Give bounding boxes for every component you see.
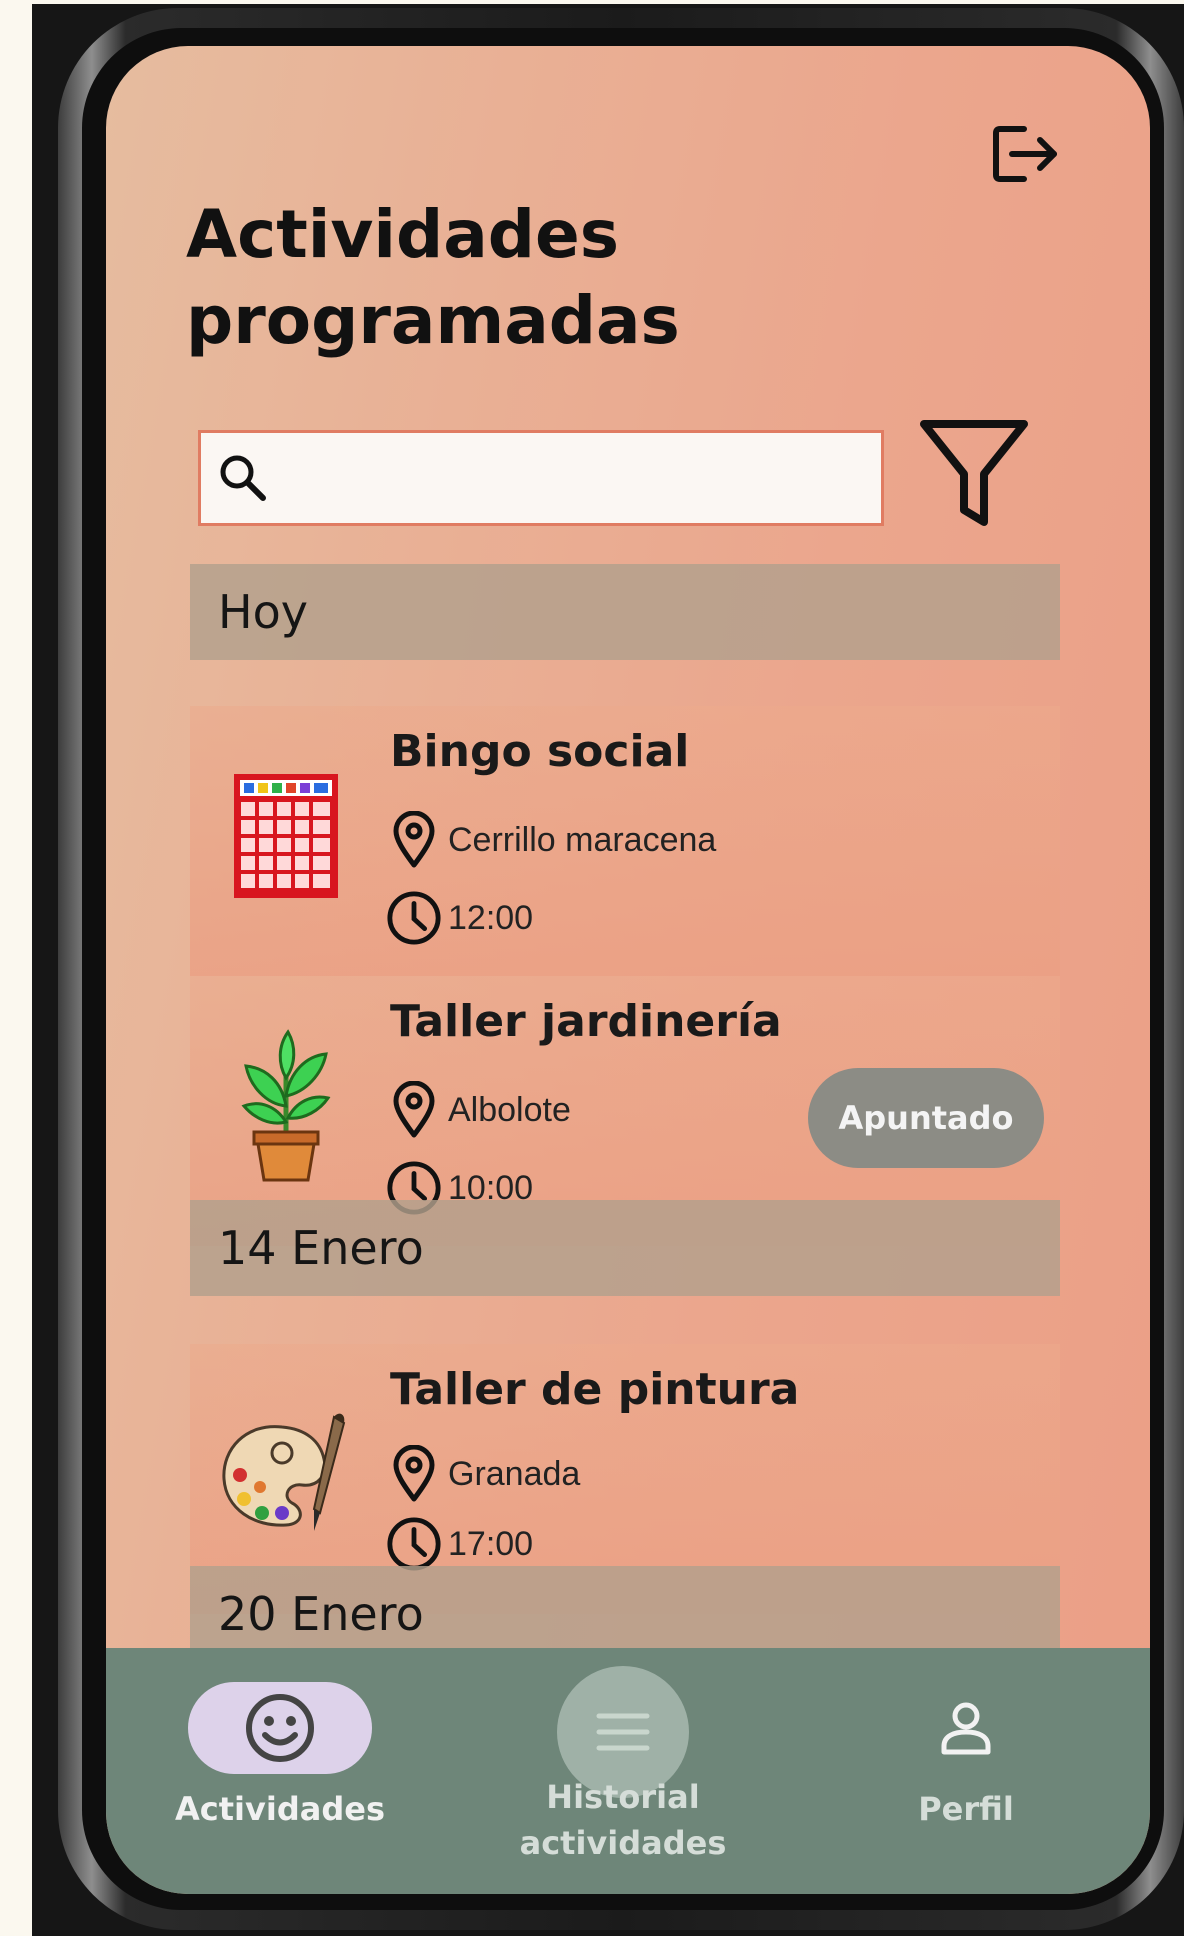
smiley-icon xyxy=(246,1694,314,1762)
list-icon xyxy=(596,1713,650,1751)
icon-holder xyxy=(918,1682,1014,1774)
activity-location: Granada xyxy=(386,1444,580,1504)
nav-label: Actividades xyxy=(175,1790,385,1828)
section-label: 14 Enero xyxy=(218,1221,424,1275)
nav-item-historial[interactable]: Historial actividades xyxy=(508,1648,738,1894)
app-screen: Actividades programadas Hoy Bingo social… xyxy=(106,46,1150,1894)
clock-icon xyxy=(386,888,442,948)
activity-name: Taller jardinería xyxy=(390,996,782,1047)
active-indicator xyxy=(188,1682,372,1774)
activity-name: Bingo social xyxy=(390,726,690,777)
page-title-line2: programadas xyxy=(186,282,680,359)
time-text: 17:00 xyxy=(448,1524,534,1563)
activity-card-bingo[interactable]: Bingo social Cerrillo maracena 12:00 xyxy=(190,706,1060,976)
logout-button[interactable] xyxy=(986,118,1066,190)
section-header-14-enero: 14 Enero xyxy=(190,1200,1060,1296)
activity-thumbnail xyxy=(216,1384,356,1564)
section-header-hoy: Hoy xyxy=(190,564,1060,660)
page-title: Actividades programadas xyxy=(186,192,886,364)
enrolled-status-badge[interactable]: Apuntado xyxy=(808,1068,1044,1168)
activity-thumbnail xyxy=(216,1016,356,1196)
section-label: 20 Enero xyxy=(218,1587,424,1641)
nav-label-line2: actividades xyxy=(519,1824,727,1862)
bingo-card-icon xyxy=(234,774,338,898)
person-icon xyxy=(941,1702,991,1755)
clock-icon xyxy=(386,1514,442,1574)
time-text: 12:00 xyxy=(448,898,534,937)
location-text: Granada xyxy=(448,1454,581,1493)
activity-name: Taller de pintura xyxy=(390,1364,800,1415)
logout-icon xyxy=(993,126,1057,182)
filter-icon xyxy=(920,420,1028,526)
activity-time: 17:00 xyxy=(386,1514,533,1574)
activity-time: 12:00 xyxy=(386,888,533,948)
section-label: Hoy xyxy=(218,585,308,639)
activity-location: Albolote xyxy=(386,1080,571,1140)
filter-button[interactable] xyxy=(914,414,1034,538)
nav-label: Perfil xyxy=(918,1790,1014,1828)
nav-item-actividades[interactable]: Actividades xyxy=(175,1648,385,1894)
search-bar[interactable] xyxy=(198,430,884,526)
location-pin-icon xyxy=(386,1444,442,1504)
bottom-navigation: Actividades Historial actividades Perfil xyxy=(106,1648,1150,1894)
location-pin-icon xyxy=(386,810,442,870)
search-input[interactable] xyxy=(271,437,881,519)
page-margin xyxy=(0,0,32,1936)
location-pin-icon xyxy=(386,1080,442,1140)
nav-item-perfil[interactable]: Perfil xyxy=(876,1648,1056,1894)
activity-location: Cerrillo maracena xyxy=(386,810,716,870)
location-text: Albolote xyxy=(448,1090,571,1129)
page-title-line1: Actividades xyxy=(186,196,620,273)
paint-palette-icon xyxy=(222,1413,346,1531)
nav-label-line1: Historial xyxy=(546,1778,700,1816)
potted-plant-icon xyxy=(241,1029,331,1182)
search-icon xyxy=(215,450,271,506)
activity-thumbnail xyxy=(216,746,356,926)
location-text: Cerrillo maracena xyxy=(448,820,717,859)
